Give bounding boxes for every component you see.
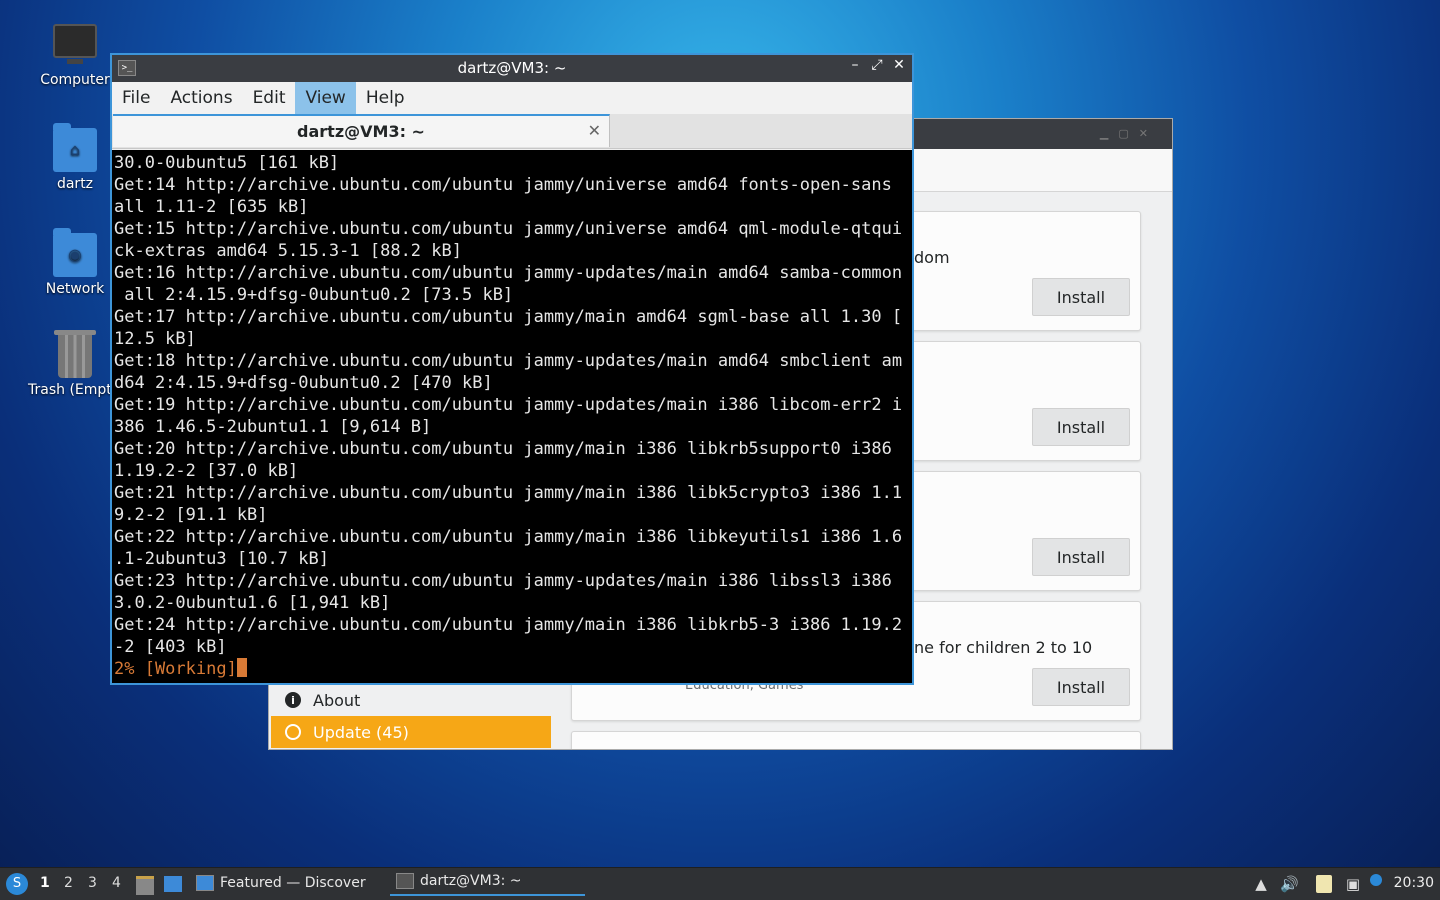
terminal-line: Get:21 http://archive.ubuntu.com/ubuntu … (114, 483, 903, 503)
close-button[interactable]: ✕ (892, 57, 906, 73)
clipboard-icon[interactable] (1316, 875, 1332, 893)
terminal-line: Get:19 http://archive.ubuntu.com/ubuntu … (114, 395, 903, 415)
task-terminal[interactable]: dartz@VM3: ~ (390, 868, 585, 896)
terminal-line: ck-extras amd64 5.15.3-1 [88.2 kB] (114, 241, 462, 261)
terminal-line: Get:14 http://archive.ubuntu.com/ubuntu … (114, 175, 892, 195)
sidebar-item-update[interactable]: Update (45) (271, 716, 551, 748)
network-folder-icon: ◉ (53, 228, 97, 277)
task-label: dartz@VM3: ~ (420, 873, 522, 889)
install-button[interactable]: Install (1032, 538, 1130, 576)
maximize-button[interactable]: ⤢ (870, 57, 884, 73)
terminal-line: all 2:4.15.9+dfsg-0ubuntu0.2 [73.5 kB] (124, 285, 514, 305)
terminal-text: 30.0-0ubuntu5 [161 kB] Get:14 http://arc… (112, 150, 912, 680)
workspace-1[interactable]: 1 (40, 875, 50, 891)
install-button[interactable]: Install (1032, 278, 1130, 316)
menu-help[interactable]: Help (356, 82, 415, 114)
menu-file[interactable]: File (112, 82, 160, 114)
install-button[interactable]: Install (1032, 408, 1130, 446)
workspace-3[interactable]: 3 (88, 875, 97, 891)
sidebar-item-label: About (313, 690, 361, 710)
terminal-line: all 1.11-2 [635 kB] (114, 197, 309, 217)
app-card-description: ne for children 2 to 10 (914, 638, 1093, 657)
terminal-line: Get:23 http://archive.ubuntu.com/ubuntu … (114, 571, 892, 591)
notification-icon[interactable] (1370, 874, 1382, 886)
terminal-window[interactable]: >_ dartz@VM3: ~ – ⤢ ✕ File Actions Edit … (110, 53, 914, 685)
tab-title: dartz@VM3: ~ (297, 122, 425, 141)
file-manager-icon[interactable] (136, 876, 154, 895)
network-icon[interactable]: ▣ (1344, 875, 1362, 893)
computer-icon (53, 24, 97, 64)
tab-bar: dartz@VM3: ~ ✕ (112, 114, 912, 149)
progress-line: 2% [Working] (114, 659, 237, 679)
sidebar-item-label: Update (45) (313, 722, 409, 742)
terminal-line: 1.19.2-2 [37.0 kB] (114, 461, 299, 481)
terminal-line: 386 1.46.5-2ubuntu1.1 [9,614 B] (114, 417, 432, 437)
terminal-line: 12.5 kB] (114, 329, 196, 349)
home-folder-icon: ⌂ (53, 123, 97, 172)
minimize-button[interactable]: – (848, 57, 862, 73)
terminal-line: Get:18 http://archive.ubuntu.com/ubuntu … (114, 351, 903, 371)
info-icon: i (285, 692, 301, 708)
tray-arrow-icon[interactable]: ▲ (1252, 875, 1270, 893)
terminal-line: Get:24 http://archive.ubuntu.com/ubuntu … (114, 615, 903, 635)
discover-icon (196, 875, 214, 891)
tab-terminal[interactable]: dartz@VM3: ~ ✕ (113, 114, 610, 147)
app-card[interactable] (571, 731, 1141, 749)
desktop-icon-trash[interactable]: Trash (Empt (14, 330, 124, 398)
terminal-line: Get:15 http://archive.ubuntu.com/ubuntu … (114, 219, 903, 239)
terminal-output[interactable]: 30.0-0ubuntu5 [161 kB] Get:14 http://arc… (112, 150, 912, 683)
terminal-line: 9.2-2 [91.1 kB] (114, 505, 268, 525)
terminal-line: Get:20 http://archive.ubuntu.com/ubuntu … (114, 439, 892, 459)
menu-edit[interactable]: Edit (243, 82, 296, 114)
volume-icon[interactable]: 🔊 (1280, 875, 1299, 893)
app-card-description: dom (914, 248, 950, 267)
clock: 20:30 (1393, 875, 1434, 891)
terminal-line: 3.0.2-0ubuntu1.6 [1,941 kB] (114, 593, 391, 613)
workspace-4[interactable]: 4 (112, 875, 121, 891)
install-button[interactable]: Install (1032, 668, 1130, 706)
menu-view[interactable]: View (295, 82, 356, 114)
terminal-line: .1-2ubuntu3 [10.7 kB] (114, 549, 329, 569)
workspace-2[interactable]: 2 (64, 875, 73, 891)
update-icon (285, 724, 301, 740)
close-tab-icon[interactable]: ✕ (588, 121, 601, 140)
terminal-titlebar[interactable]: >_ dartz@VM3: ~ – ⤢ ✕ (112, 55, 912, 82)
taskbar: S 1 2 3 4 Featured — Discover dartz@VM3:… (0, 867, 1440, 900)
menubar: File Actions Edit View Help (112, 82, 912, 114)
task-label: Featured — Discover (220, 875, 366, 891)
sidebar-item-about[interactable]: i About (271, 684, 551, 716)
trash-icon (54, 330, 96, 378)
text-cursor (236, 658, 247, 677)
terminal-line: 30.0-0ubuntu5 [161 kB] (114, 153, 340, 173)
terminal-icon (396, 873, 414, 889)
window-controls-icon[interactable]: ▁▢✕ (1100, 127, 1158, 140)
terminal-line: -2 [403 kB] (114, 637, 227, 657)
terminal-line: d64 2:4.15.9+dfsg-0ubuntu0.2 [470 kB] (114, 373, 493, 393)
menu-actions[interactable]: Actions (160, 82, 242, 114)
window-title: dartz@VM3: ~ (457, 59, 567, 77)
application-menu-icon[interactable]: S (6, 873, 28, 895)
show-desktop-icon[interactable] (164, 876, 182, 892)
terminal-line: Get:16 http://archive.ubuntu.com/ubuntu … (114, 263, 903, 283)
task-discover[interactable]: Featured — Discover (196, 868, 366, 898)
terminal-line: Get:17 http://archive.ubuntu.com/ubuntu … (114, 307, 903, 327)
terminal-line: Get:22 http://archive.ubuntu.com/ubuntu … (114, 527, 903, 547)
